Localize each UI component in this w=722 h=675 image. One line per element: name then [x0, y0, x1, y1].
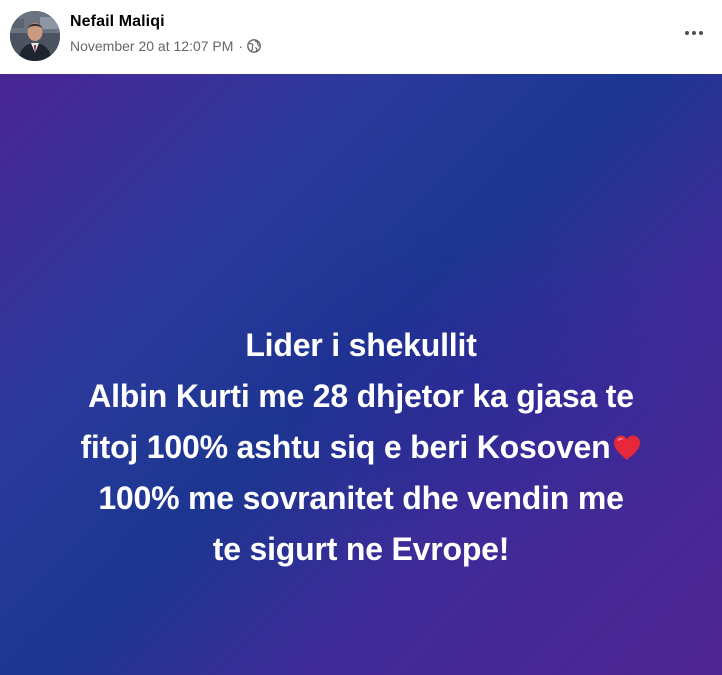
post-meta: November 20 at 12:07 PM · — [70, 38, 261, 54]
meta-separator: · — [238, 38, 244, 54]
more-dots-icon — [685, 31, 689, 35]
post-background: Lider i shekullit Albin Kurti me 28 dhje… — [0, 74, 722, 675]
post-text-line: Lider i shekullit — [245, 327, 477, 363]
post-text-line: te sigurt ne Evrope! — [212, 531, 510, 567]
post-text-line-with-emoji: fitoj 100% ashtu siq e beri Kosoven — [0, 422, 722, 473]
avatar-image — [10, 11, 60, 61]
more-options-button[interactable] — [680, 21, 708, 45]
facebook-post: Nefail Maliqi November 20 at 12:07 PM · … — [0, 0, 722, 675]
globe-icon[interactable] — [247, 39, 261, 53]
post-header: Nefail Maliqi November 20 at 12:07 PM · — [0, 0, 722, 74]
post-timestamp[interactable]: November 20 at 12:07 PM — [70, 38, 233, 54]
avatar[interactable] — [10, 11, 60, 61]
heart-icon — [612, 426, 642, 460]
author-name[interactable]: Nefail Maliqi — [70, 13, 165, 31]
post-text-line: 100% me sovranitet dhe vendin me — [98, 480, 624, 516]
post-text-line: Albin Kurti me 28 dhjetor ka gjasa te — [88, 378, 634, 414]
post-text-line: fitoj 100% ashtu siq e beri Kosoven — [80, 429, 611, 465]
post-text: Lider i shekullit Albin Kurti me 28 dhje… — [0, 320, 722, 575]
